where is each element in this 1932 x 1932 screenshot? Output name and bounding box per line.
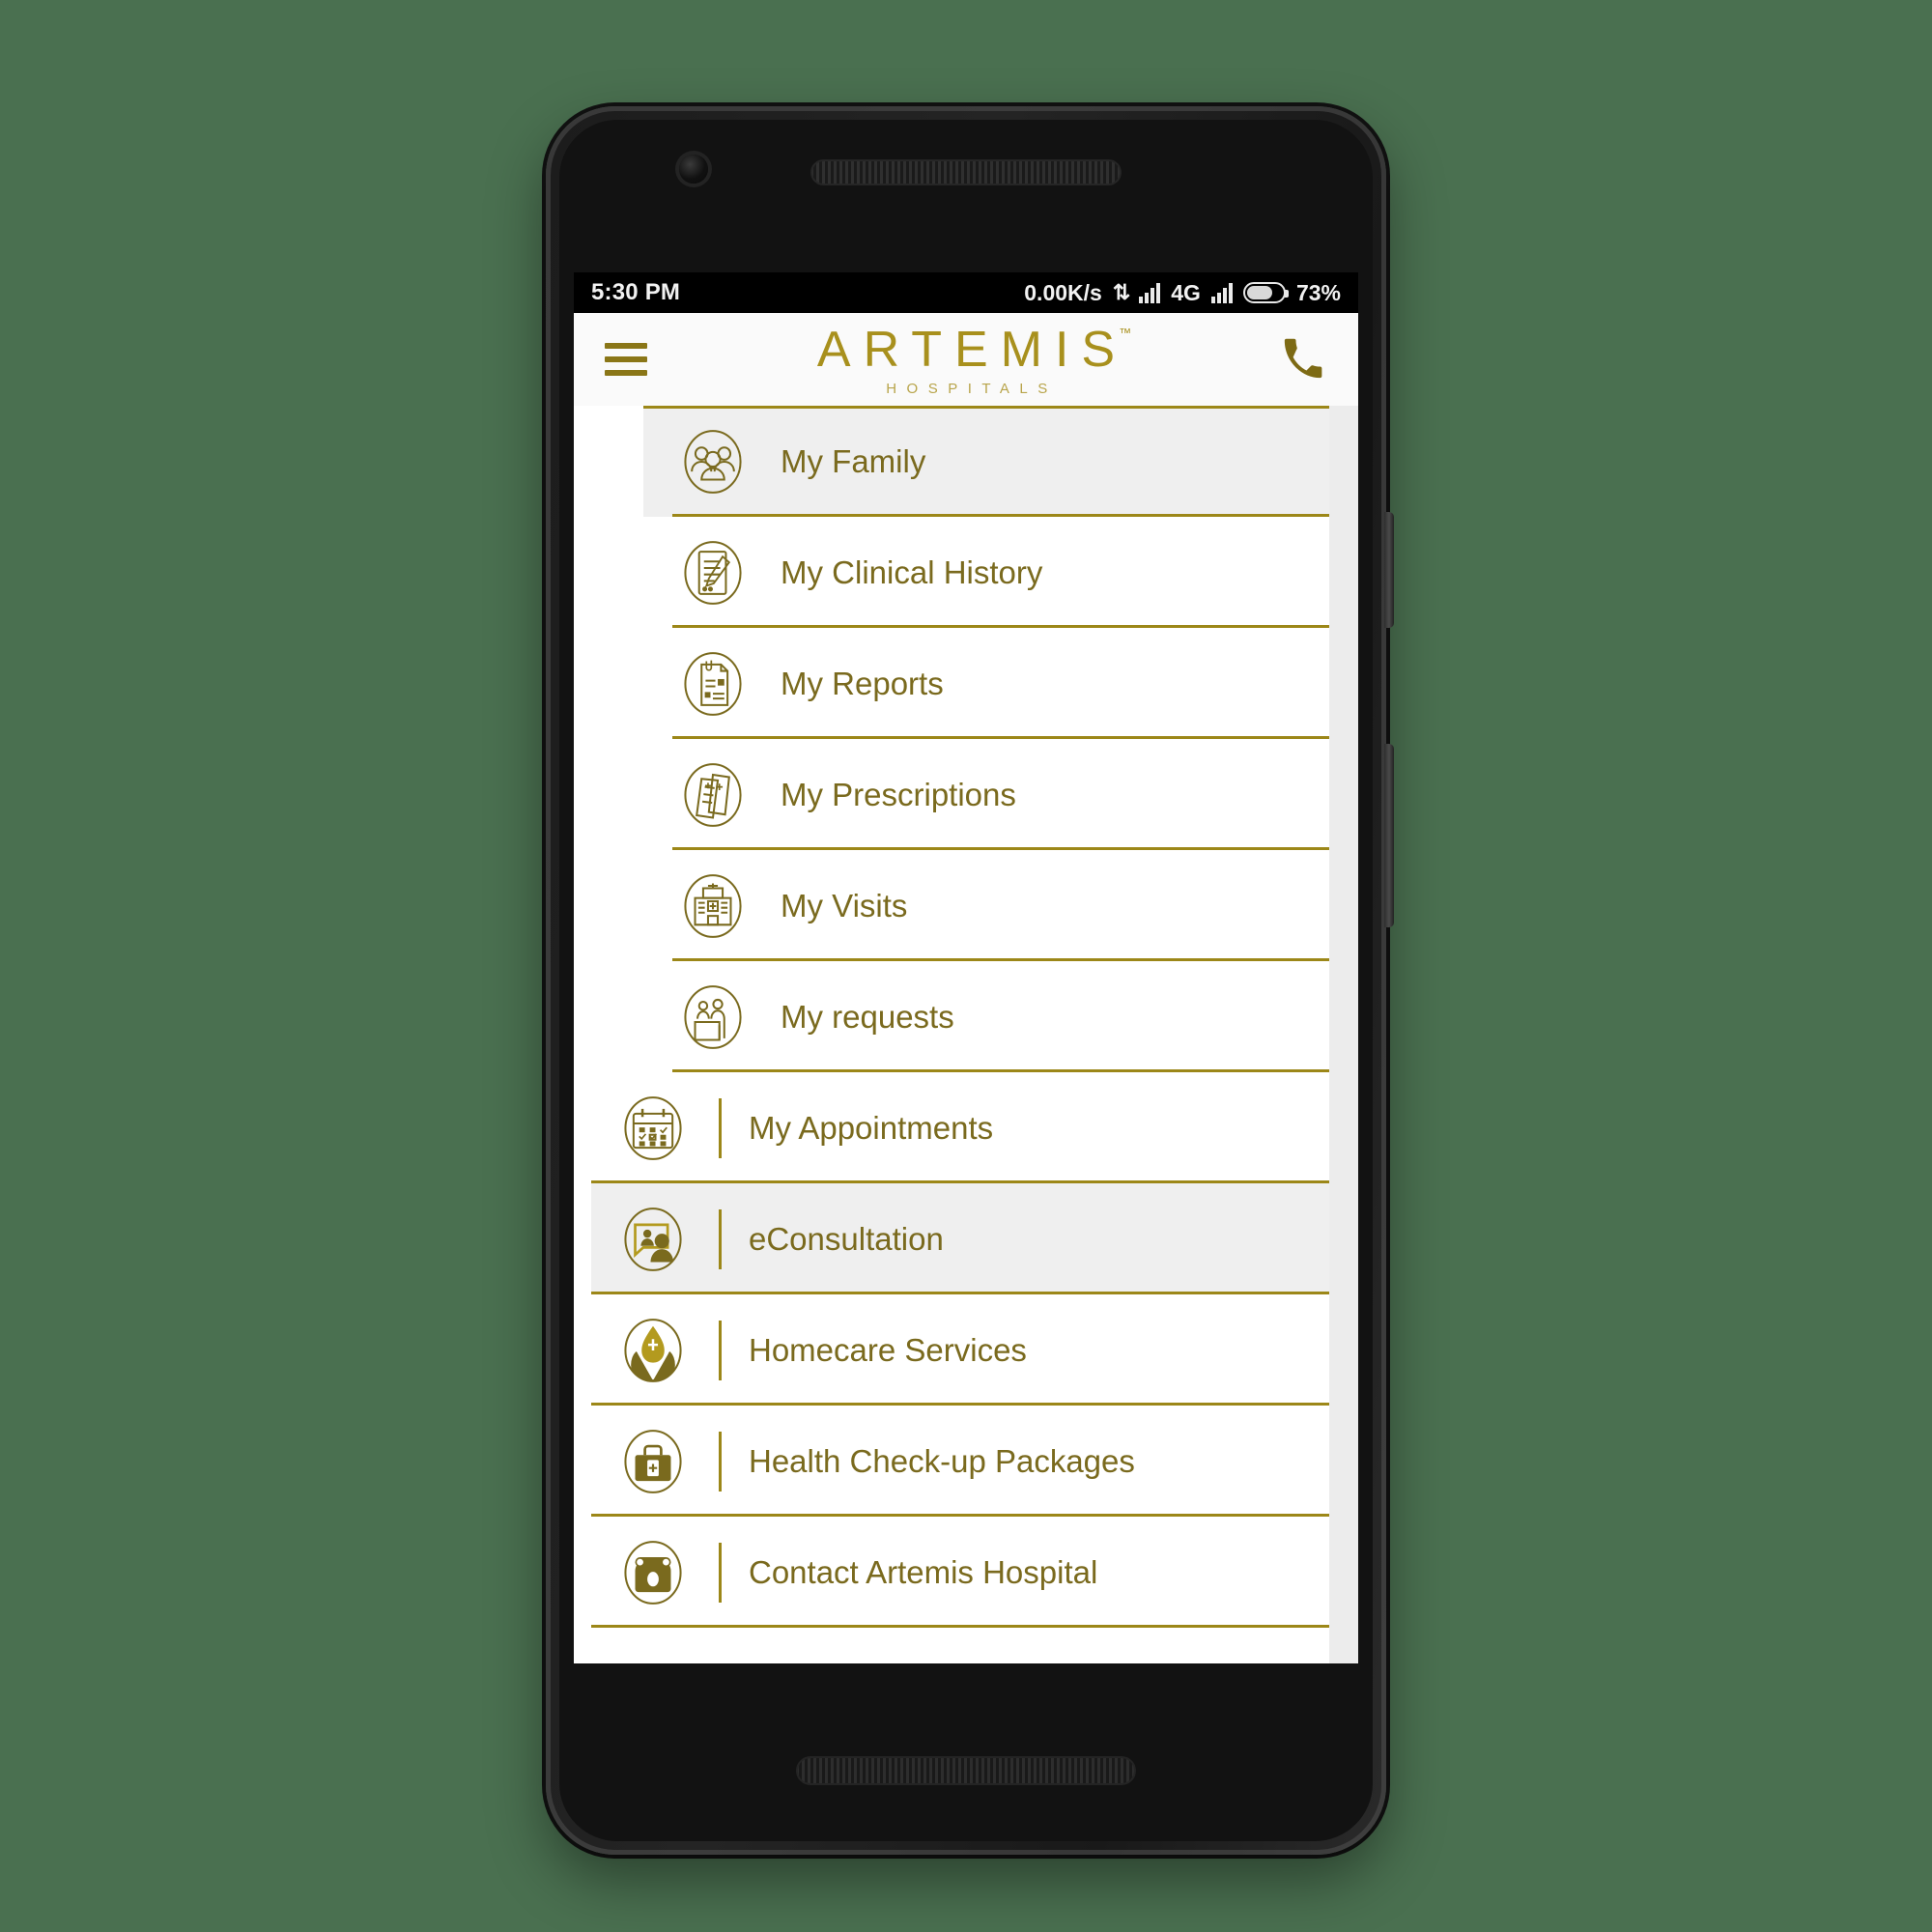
- family-group-icon: [672, 421, 753, 502]
- scrollbar-gutter[interactable]: [1329, 406, 1358, 1663]
- row-separator: [719, 1320, 722, 1380]
- brand-subtitle: HOSPITALS: [886, 381, 1058, 397]
- calendar-check-icon: [612, 1088, 694, 1169]
- report-clip-icon: [672, 643, 753, 724]
- menu-item-label: My Visits: [781, 887, 908, 923]
- menu-item-contact-artemis-hospital[interactable]: Contact Artemis Hospital: [591, 1517, 1358, 1628]
- hospital-building-icon: [672, 866, 753, 947]
- menu-item-my-visits[interactable]: My Visits: [643, 850, 1358, 961]
- menu-group-services: My Appointments eConsultation Homecare S…: [574, 1072, 1358, 1628]
- brand-name: ARTEMIS ™: [805, 322, 1131, 378]
- row-separator: [719, 1097, 722, 1158]
- menu-item-my-clinical-history[interactable]: My Clinical History: [643, 517, 1358, 628]
- status-bar-indicators: 0.00K/s ⇅ 4G 73%: [1024, 280, 1341, 306]
- menu-item-homecare-services[interactable]: Homecare Services: [591, 1294, 1358, 1406]
- network-type-text: 4G: [1171, 279, 1201, 305]
- rotary-phone-icon: [612, 1532, 694, 1613]
- battery-icon: [1242, 282, 1289, 303]
- menu-item-label: Contact Artemis Hospital: [749, 1553, 1098, 1590]
- menu-group-personal-records: My Family My Clinical History My Reports…: [574, 406, 1358, 1072]
- hands-home-care-icon: [612, 1310, 694, 1391]
- app-bar: ARTEMIS ™ HOSPITALS: [574, 313, 1358, 406]
- prescriptions-icon: [672, 754, 753, 836]
- video-consult-icon: [612, 1199, 694, 1280]
- menu-item-my-appointments[interactable]: My Appointments: [591, 1072, 1358, 1183]
- menu-item-label: My Reports: [781, 665, 944, 701]
- document-pen-icon: [672, 532, 753, 613]
- row-separator: [719, 1431, 722, 1492]
- menu-item-my-requests[interactable]: My requests: [643, 961, 1358, 1072]
- signal-bars-sim2-icon: [1210, 282, 1233, 303]
- menu-item-label: My Clinical History: [781, 554, 1043, 590]
- earpiece-speaker: [810, 159, 1122, 185]
- list-top-divider: [643, 406, 1329, 409]
- power-button[interactable]: [1384, 512, 1394, 628]
- network-speed-text: 0.00K/s: [1024, 279, 1102, 305]
- row-separator: [719, 1542, 722, 1603]
- reception-desk-icon: [672, 977, 753, 1058]
- front-camera-icon: [679, 155, 708, 184]
- menu-item-health-checkup-packages[interactable]: Health Check-up Packages: [591, 1406, 1358, 1517]
- menu-item-label: My Appointments: [749, 1109, 994, 1146]
- brand-logo: ARTEMIS ™ HOSPITALS: [805, 322, 1131, 397]
- battery-percent-text: 73%: [1295, 279, 1341, 305]
- menu-item-my-prescriptions[interactable]: My Prescriptions: [643, 739, 1358, 850]
- menu-item-label: My requests: [781, 998, 954, 1035]
- brand-name-text: ARTEMIS: [816, 322, 1128, 378]
- menu-item-econsultation[interactable]: eConsultation: [591, 1183, 1358, 1294]
- data-transfer-arrows-icon: ⇅: [1112, 280, 1130, 304]
- phone-device: 5:30 PM 0.00K/s ⇅ 4G 73% ARTEMIS ™ HOSPI…: [546, 106, 1394, 1855]
- status-clock: 5:30 PM: [591, 279, 681, 305]
- signal-bars-sim1-icon: [1139, 282, 1161, 303]
- hamburger-menu-icon[interactable]: [605, 343, 647, 376]
- volume-button[interactable]: [1384, 744, 1394, 927]
- phone-handset-icon[interactable]: [1281, 337, 1325, 382]
- menu-item-label: Health Check-up Packages: [749, 1442, 1135, 1479]
- menu-item-label: My Family: [781, 442, 926, 479]
- status-bar: 5:30 PM 0.00K/s ⇅ 4G 73%: [574, 272, 1358, 313]
- menu-item-label: eConsultation: [749, 1220, 944, 1257]
- menu-item-my-family[interactable]: My Family: [643, 406, 1358, 517]
- medical-kit-icon: [612, 1421, 694, 1502]
- menu-item-label: Homecare Services: [749, 1331, 1027, 1368]
- menu-item-my-reports[interactable]: My Reports: [643, 628, 1358, 739]
- menu-item-label: My Prescriptions: [781, 776, 1016, 812]
- row-divider: [591, 1625, 1329, 1628]
- row-separator: [719, 1208, 722, 1269]
- phone-screen: 5:30 PM 0.00K/s ⇅ 4G 73% ARTEMIS ™ HOSPI…: [574, 272, 1358, 1663]
- menu-list-scroll-area[interactable]: My Family My Clinical History My Reports…: [574, 406, 1358, 1663]
- bottom-speaker: [796, 1756, 1136, 1785]
- brand-trademark-symbol: ™: [1119, 326, 1132, 340]
